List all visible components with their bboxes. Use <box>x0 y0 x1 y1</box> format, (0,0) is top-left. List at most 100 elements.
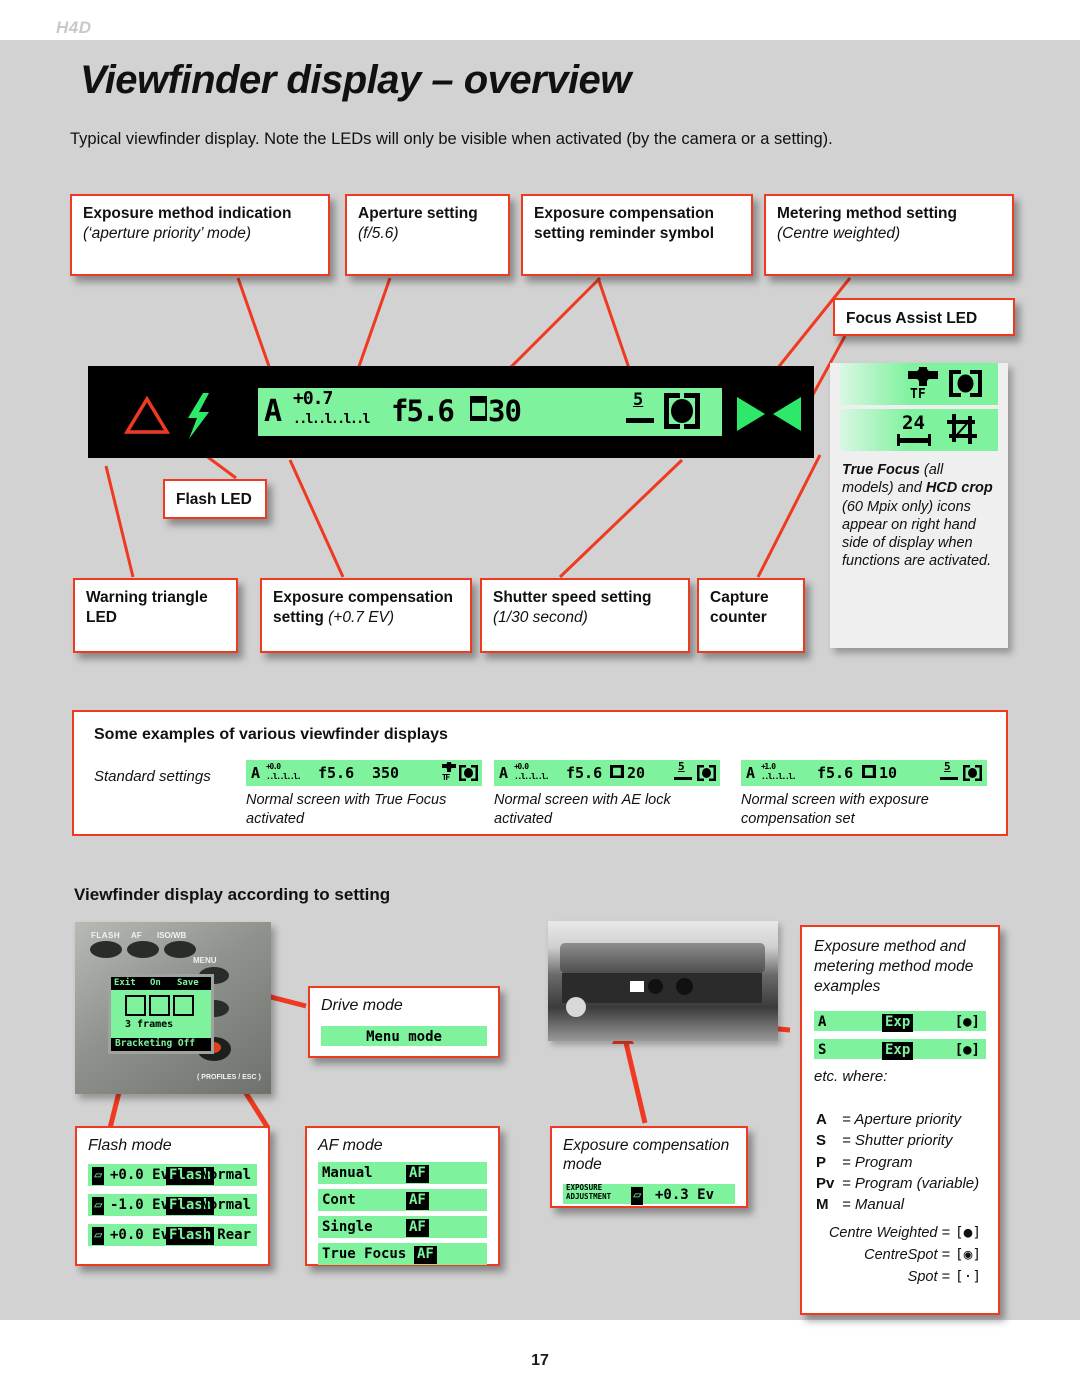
callout-title: Warning triangle LED <box>86 589 208 626</box>
grip-screen-exit: Exit <box>114 978 136 988</box>
exp-bar-label2: ADJUSTMENT <box>566 1191 612 1201</box>
callout-subtitle: (1/30 second) <box>493 608 588 626</box>
method-key: S <box>818 1042 827 1059</box>
grip-af-button[interactable] <box>127 941 159 958</box>
callout-title: Focus Assist LED <box>846 310 978 327</box>
flash-ev: +0.0 Ev <box>110 1227 170 1244</box>
grip-icon-bracket <box>149 995 170 1016</box>
flash-mode-row: ▱ +0.0 Ev Flash Rear <box>88 1224 257 1247</box>
lcd-aperture: f5.6 <box>391 394 455 428</box>
examples-section: Some examples of various viewfinder disp… <box>72 710 1008 836</box>
ex-counter: 5 <box>944 760 951 773</box>
camera-top-photo <box>548 921 778 1041</box>
exp-bar-value: +0.3 Ev <box>655 1186 715 1203</box>
af-label: True Focus <box>322 1246 407 1263</box>
legend-row: S = Shutter priority <box>816 1130 979 1151</box>
lcd-ae-lock-symbol: ■ <box>470 396 488 421</box>
method-row: A Exp [●] <box>814 1011 986 1033</box>
ex-method: A <box>251 764 261 782</box>
method-row: S Exp [●] <box>814 1039 986 1061</box>
callout-title: Shutter speed setting <box>493 589 652 606</box>
tf-label: TF <box>910 387 926 402</box>
grip-af-label: AF <box>131 931 142 940</box>
legend-row: Pv = Program (variable) <box>816 1173 979 1194</box>
example-true-focus: A +0.0 ..l..l..l. f5.6 350 TF Normal scr… <box>246 760 482 829</box>
af-label: Single <box>322 1219 373 1236</box>
example-lcd-bar: A +0.0 ..l..l..l. f5.6 350 TF <box>246 760 482 786</box>
grip-screen-bracketing: Bracketing Off <box>111 1038 211 1051</box>
callout-title: Flash LED <box>176 491 252 508</box>
af-chip: AF <box>406 1165 429 1184</box>
callout-metering-method: Metering method setting (Centre weighted… <box>764 194 1014 276</box>
grip-flash-label: FLASH <box>91 931 121 940</box>
example-ae-lock: A +0.0 ..l..l..l. f5.6 ■ 20 5 Normal scr… <box>494 760 720 829</box>
callout-warning-triangle: Warning triangle LED <box>73 578 238 653</box>
lcd-exposure-compensation: +0.7 <box>293 388 333 409</box>
camera-dial[interactable] <box>566 997 586 1017</box>
ex-method: A <box>746 764 756 782</box>
crop-frame-count: 24 <box>902 412 925 434</box>
example-caption: Normal screen with True Focus activated <box>246 792 447 827</box>
note-bold-hcd-crop: HCD crop <box>925 480 993 497</box>
callout-subtitle: (+0.7 EV) <box>328 608 395 626</box>
callout-title: Metering method setting <box>777 205 957 222</box>
legend-key: M <box>816 1196 829 1214</box>
callout-capture-counter: Capture counter <box>697 578 805 653</box>
ex-metering-icon <box>697 765 716 781</box>
panel-title: Exposure method and metering method mode… <box>814 938 974 996</box>
lcd-shutter-speed: 30 <box>488 394 522 428</box>
callout-exposure-comp-mode: Exposure compensation mode EXPOSURE ADJU… <box>550 1126 748 1208</box>
ex-ae-lock-icon: ■ <box>610 765 624 778</box>
meter-legend-name: Spot = <box>907 1268 950 1285</box>
callout-exposure-compensation: Exposure compensation setting (+0.7 EV) <box>260 578 472 653</box>
grip-menu-label: MENU <box>193 956 217 965</box>
flash-right: Normal <box>200 1167 251 1184</box>
page-title: Viewfinder display – overview <box>80 58 631 102</box>
callout-subtitle: (f/5.6) <box>358 224 399 242</box>
af-mode-row: Single AF <box>318 1216 487 1239</box>
meter-legend-symbol: [·] <box>954 1268 982 1285</box>
callout-title: Flash mode <box>88 1137 172 1154</box>
viewfinder-lcd-strip: A +0.7 ..l..l..l..l f5.6 ■ 30 5 <box>88 366 814 458</box>
exposure-comp-icon: ▱ <box>92 1167 105 1186</box>
page-number: 17 <box>531 1352 549 1369</box>
grip-isowb-button[interactable] <box>164 941 196 958</box>
callout-aperture-setting: Aperture setting (f/5.6) <box>345 194 510 276</box>
legend-key: P <box>816 1153 827 1171</box>
flash-ev: +0.0 Ev <box>110 1167 170 1184</box>
af-label: Cont <box>322 1192 356 1209</box>
ex-comp: +0.0 <box>266 762 281 771</box>
note-bold-true-focus: True Focus <box>842 462 920 478</box>
ex-aperture: f5.6 <box>566 764 603 782</box>
ex-counter-underline <box>674 777 692 780</box>
camera-exp-button[interactable] <box>676 978 693 995</box>
method-meter: [●] <box>954 1014 980 1031</box>
ex-comp: +1.0 <box>761 762 776 771</box>
callout-subtitle: (Centre weighted) <box>777 224 901 242</box>
hcd-crop-icon <box>947 414 977 444</box>
exposure-comp-icon: ▱ <box>631 1186 644 1205</box>
crop-count-row: 24 <box>840 409 998 451</box>
callout-exposure-comp-symbol: Exposure compensation setting reminder s… <box>521 194 753 276</box>
ex-scale: ..l..l..l. <box>266 772 302 781</box>
legend-desc: = Aperture priority <box>842 1111 962 1128</box>
ex-shutter: 350 <box>372 764 400 782</box>
grip-icon-single <box>125 995 146 1016</box>
callout-title: Capture counter <box>710 589 769 626</box>
camera-comp-button[interactable] <box>648 979 663 994</box>
ex-counter: 5 <box>678 760 685 773</box>
legend-desc: = Program <box>842 1153 913 1171</box>
grip-flash-button[interactable] <box>90 941 122 958</box>
callout-af-mode: AF mode Manual AF Cont AF Single AF True… <box>305 1126 500 1266</box>
callout-shutter-speed: Shutter speed setting (1/30 second) <box>480 578 690 653</box>
film-bar-icon <box>897 434 931 446</box>
grip-screen-on: On <box>150 978 161 988</box>
callout-flash-mode: Flash mode ▱ +0.0 Ev Flash Normal ▱ -1.0… <box>75 1126 270 1266</box>
callout-flash-led: Flash LED <box>163 479 267 519</box>
legend-key: Pv <box>816 1174 835 1192</box>
example-lcd-bar: A +1.0 ..l..l..l. f5.6 ■ 10 5 <box>741 760 987 786</box>
metering-symbol-legend: Centre Weighted = [●] CentreSpot = [◉] Spo… <box>802 1223 986 1288</box>
method-meter: [●] <box>954 1042 980 1059</box>
ex-scale: ..l..l..l. <box>761 772 797 781</box>
flash-mode-row: ▱ +0.0 Ev Flash Normal <box>88 1164 257 1187</box>
